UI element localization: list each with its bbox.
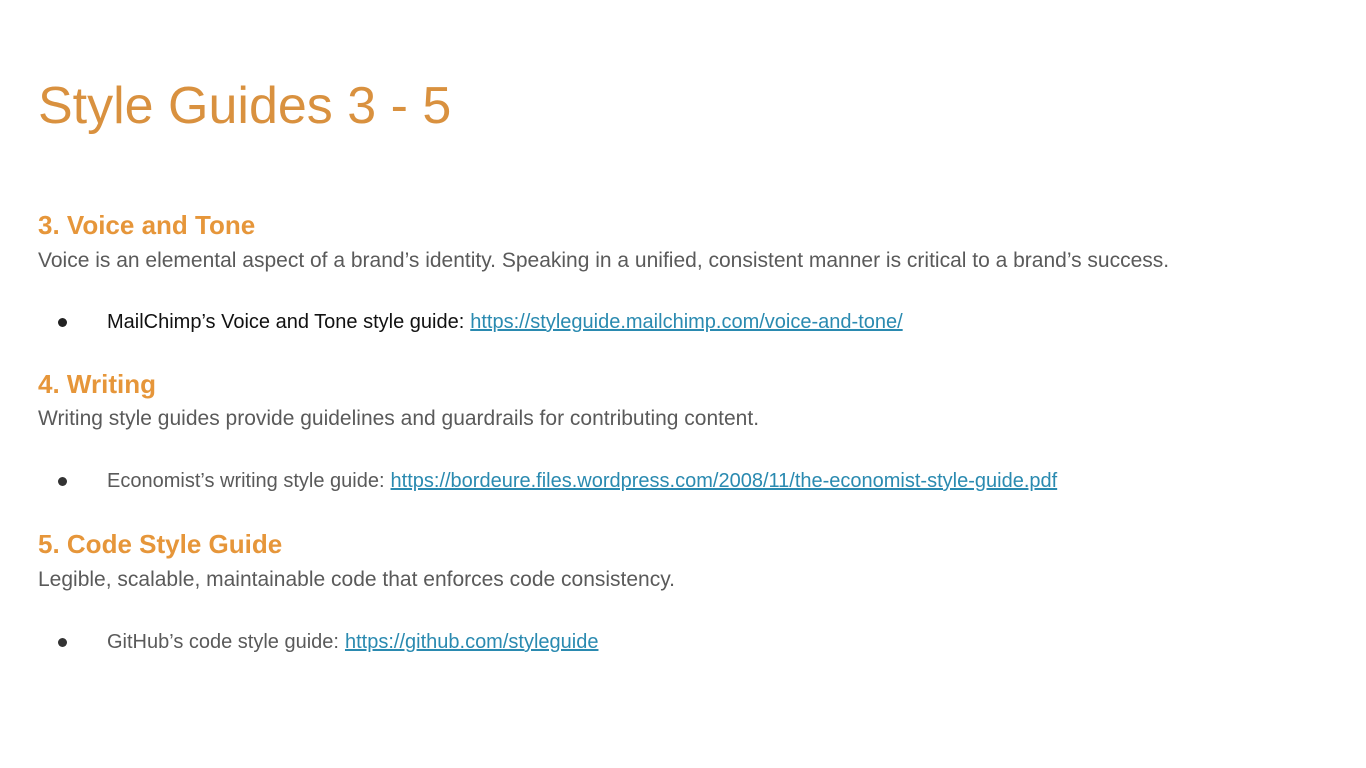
bullet-dot-icon (58, 637, 67, 647)
section-heading-voice-and-tone: 3. Voice and Tone (38, 210, 256, 240)
section-description-writing: Writing style guides provide guidelines … (38, 407, 760, 430)
link-mailchimp-style-guide[interactable]: https://styleguide.mailchimp.com/voice-a… (470, 309, 902, 335)
slide-title: Style Guides 3 - 5 (38, 77, 452, 135)
bullet-label-economist: Economist’s writing style guide: (107, 470, 385, 492)
link-github-style-guide[interactable]: https://github.com/styleguide (345, 629, 598, 655)
bullet-label-mailchimp: MailChimp’s Voice and Tone style guide: (107, 311, 465, 333)
bullet-label-github: GitHub’s code style guide: (107, 631, 339, 653)
bullet-item-github: GitHub’s code style guide: https://githu… (58, 629, 598, 655)
slide: Style Guides 3 - 5 3. Voice and Tone Voi… (0, 0, 1366, 768)
bullet-dot-icon (58, 317, 67, 327)
bullet-item-mailchimp: MailChimp’s Voice and Tone style guide: … (58, 309, 903, 335)
bullet-dot-icon (58, 476, 67, 486)
section-description-voice-and-tone: Voice is an elemental aspect of a brand’… (38, 249, 1170, 272)
link-economist-style-guide[interactable]: https://bordeure.files.wordpress.com/200… (391, 468, 1058, 494)
section-heading-code-style-guide: 5. Code Style Guide (38, 529, 283, 559)
bullet-item-economist: Economist’s writing style guide: https:/… (58, 468, 1057, 494)
section-description-code-style-guide: Legible, scalable, maintainable code tha… (38, 568, 676, 591)
section-heading-writing: 4. Writing (38, 369, 156, 399)
